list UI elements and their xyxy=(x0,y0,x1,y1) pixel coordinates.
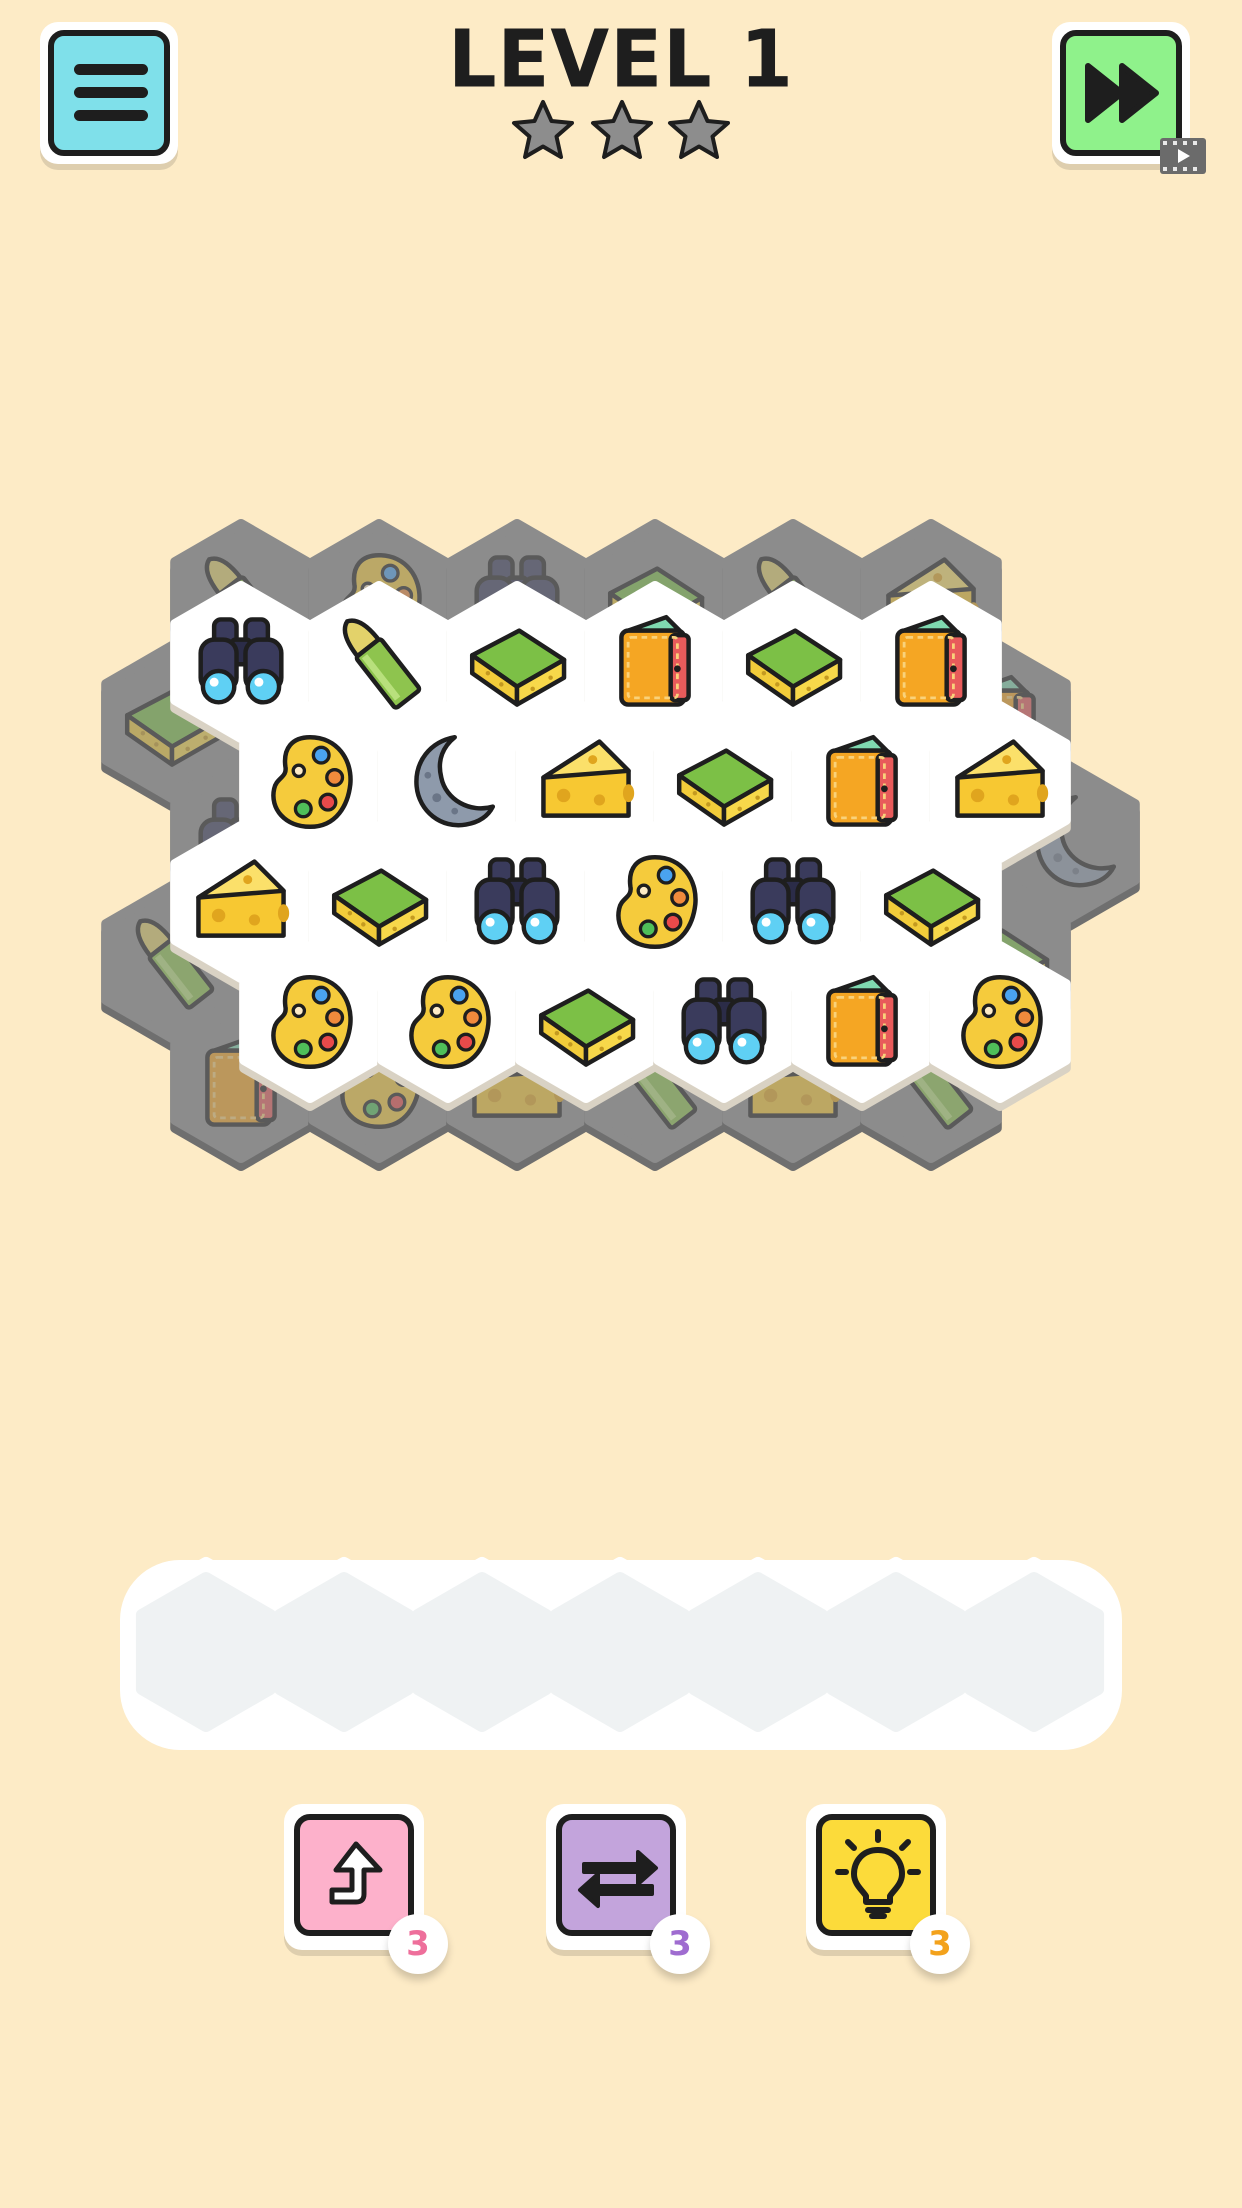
lightbulb-icon xyxy=(835,1829,921,1919)
tray-slot xyxy=(135,1572,277,1732)
undo-count-badge: 3 xyxy=(388,1914,448,1974)
tray-slot xyxy=(687,1572,829,1732)
tray-slot xyxy=(273,1572,415,1732)
shuffle-icon xyxy=(578,1850,658,1908)
tray-slot xyxy=(963,1572,1105,1732)
hint-count-badge: 3 xyxy=(910,1914,970,1974)
undo-arrow-icon xyxy=(329,1841,383,1905)
tray-slot xyxy=(549,1572,691,1732)
tray-slot xyxy=(411,1572,553,1732)
shuffle-powerup-button[interactable]: 3 xyxy=(546,1804,710,1974)
shuffle-count-badge: 3 xyxy=(650,1914,710,1974)
undo-powerup-button[interactable]: 3 xyxy=(284,1804,448,1974)
tray-slot xyxy=(825,1572,967,1732)
selection-tray xyxy=(120,1557,1122,1750)
hint-powerup-button[interactable]: 3 xyxy=(806,1804,970,1974)
